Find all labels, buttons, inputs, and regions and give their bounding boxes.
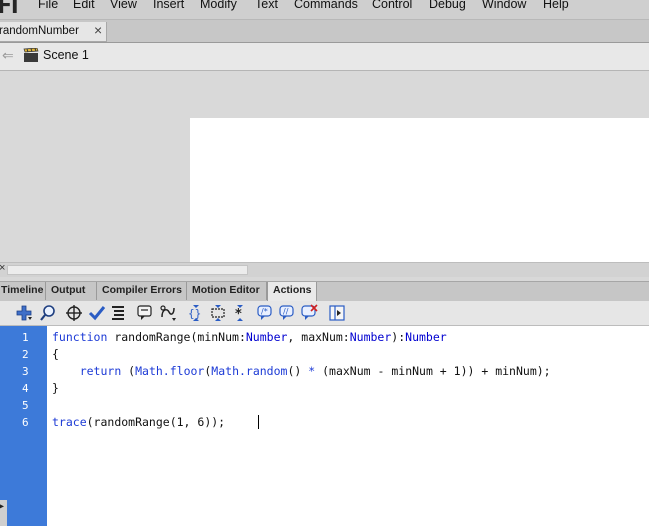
menu-help[interactable]: Help — [543, 0, 569, 11]
stage[interactable] — [190, 118, 649, 262]
svg-text://: // — [283, 307, 289, 316]
tab-timeline[interactable]: Timeline — [0, 282, 46, 300]
menu-commands[interactable]: Commands — [294, 0, 358, 11]
type-token: Number — [349, 330, 392, 344]
menu-insert[interactable]: Insert — [153, 0, 184, 11]
add-statement-icon[interactable] — [15, 304, 33, 322]
menu-bar: Fl File Edit View Insert Modify Text Com… — [0, 0, 649, 20]
document-tab-label: randomNumber — [0, 25, 79, 37]
scroll-left-icon[interactable]: × — [0, 262, 5, 274]
flash-logo: Fl — [0, 0, 19, 19]
menu-modify[interactable]: Modify — [200, 0, 237, 11]
code-line[interactable]: } — [52, 381, 59, 395]
remove-comment-icon[interactable] — [300, 304, 318, 322]
scrollbar-thumb[interactable] — [7, 265, 248, 275]
show-hide-toolbox-icon[interactable] — [328, 304, 346, 322]
debug-options-icon[interactable] — [159, 304, 177, 322]
collapse-selection-icon[interactable] — [209, 304, 227, 322]
expand-arrow-icon[interactable]: ▸ — [0, 501, 4, 512]
tab-actions[interactable]: Actions — [267, 282, 317, 301]
line-number: 6 — [22, 416, 29, 429]
edit-bar: ⇐ Scene 1 — [0, 43, 649, 71]
line-number: 5 — [22, 399, 29, 412]
collapse-between-braces-icon[interactable]: {} — [187, 304, 205, 322]
keyword-token: Math.floor — [135, 364, 205, 378]
back-arrow-icon[interactable]: ⇐ — [2, 47, 14, 64]
svg-text:{}: {} — [188, 307, 201, 320]
tab-output[interactable]: Output — [46, 282, 97, 300]
menu-control[interactable]: Control — [372, 0, 412, 11]
keyword-token: function — [52, 330, 108, 344]
svg-text:/*: /* — [261, 307, 268, 316]
code-line[interactable]: function randomRange(minNum:Number, maxN… — [52, 330, 447, 344]
tab-compiler-errors[interactable]: Compiler Errors — [97, 282, 187, 300]
menu-file[interactable]: File — [38, 0, 58, 11]
line-number: 3 — [22, 365, 29, 378]
scene-label[interactable]: Scene 1 — [43, 48, 89, 62]
keyword-token: trace — [52, 415, 87, 429]
code-line[interactable]: return (Math.floor(Math.random() * (maxN… — [52, 364, 551, 378]
find-icon[interactable] — [39, 304, 57, 322]
menu-debug[interactable]: Debug — [429, 0, 466, 11]
text-caret — [258, 415, 259, 429]
expand-all-icon[interactable]: * — [231, 304, 249, 322]
apply-line-comment-icon[interactable]: // — [278, 304, 296, 322]
type-token: Number — [405, 330, 447, 344]
keyword-token: return — [79, 364, 122, 378]
check-syntax-icon[interactable] — [88, 304, 106, 322]
type-token: Number — [245, 330, 288, 344]
code-line[interactable]: { — [52, 347, 59, 361]
document-tab[interactable]: randomNumber × — [0, 22, 107, 42]
menu-text[interactable]: Text — [255, 0, 278, 11]
apply-block-comment-icon[interactable]: /* — [256, 304, 274, 322]
line-number: 1 — [22, 331, 29, 344]
keyword-token: * — [308, 364, 316, 378]
menu-view[interactable]: View — [110, 0, 137, 11]
code-line[interactable]: trace(randomRange(1, 6)); — [52, 415, 225, 429]
tab-motion-editor[interactable]: Motion Editor — [187, 282, 267, 300]
show-code-hint-icon[interactable] — [136, 304, 154, 322]
menu-edit[interactable]: Edit — [73, 0, 95, 11]
scene-icon — [23, 48, 39, 62]
menu-window[interactable]: Window — [482, 0, 526, 11]
close-tab-icon[interactable]: × — [94, 22, 102, 38]
line-number: 4 — [22, 382, 29, 395]
auto-format-icon[interactable] — [109, 304, 127, 322]
insert-target-path-icon[interactable] — [65, 304, 83, 322]
line-number: 2 — [22, 348, 29, 361]
keyword-token: Math.random — [211, 364, 288, 378]
